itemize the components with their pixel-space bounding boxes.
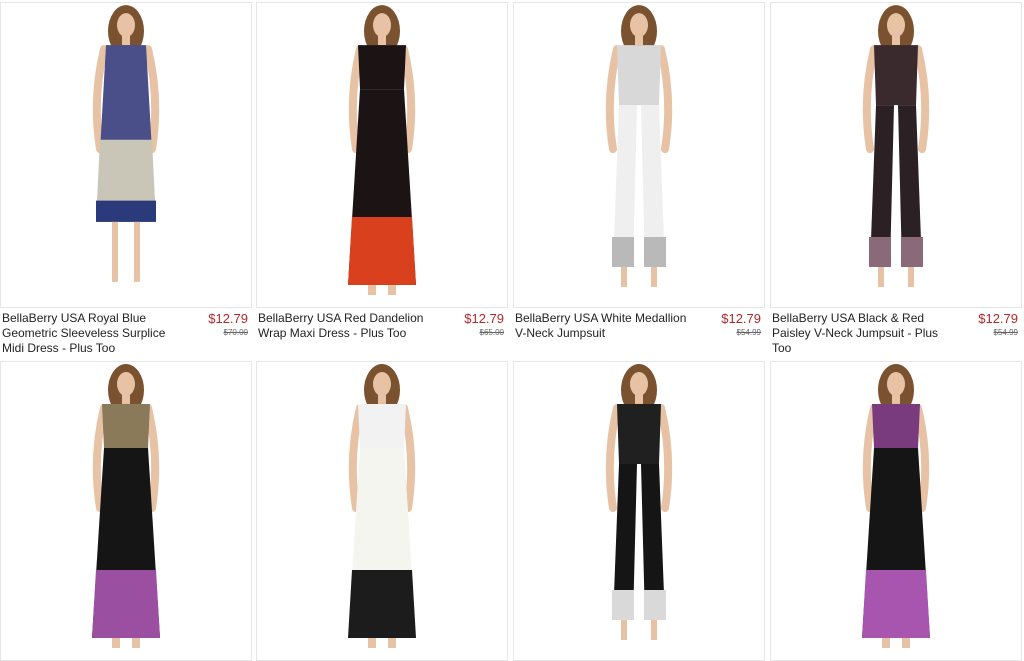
product-image[interactable]	[0, 2, 252, 308]
product-image[interactable]	[513, 2, 765, 308]
product-card[interactable]	[770, 361, 1022, 661]
product-image[interactable]	[513, 361, 765, 661]
model-jumpsuit-icon	[605, 5, 673, 287]
model-off-shoulder-dress-icon	[862, 363, 930, 648]
product-card[interactable]: BellaBerry USA Black & Red Paisley V-Nec…	[770, 2, 1022, 361]
model-off-shoulder-dress-icon	[92, 363, 160, 648]
product-info: BellaBerry USA Black & Red Paisley V-Nec…	[770, 311, 1022, 359]
product-image[interactable]	[770, 2, 1022, 308]
product-card[interactable]	[0, 361, 252, 661]
model-midi-dress-icon	[92, 5, 160, 282]
product-title[interactable]: BellaBerry USA Royal Blue Geometric Slee…	[2, 311, 182, 356]
product-card[interactable]	[256, 361, 508, 661]
product-grid: BellaBerry USA Royal Blue Geometric Slee…	[0, 0, 1024, 661]
product-card[interactable]	[513, 361, 765, 661]
model-off-shoulder-dress-icon	[348, 363, 416, 648]
product-title[interactable]: BellaBerry USA Red Dandelion Wrap Maxi D…	[258, 311, 438, 341]
product-image[interactable]	[0, 361, 252, 661]
product-info: BellaBerry USA Royal Blue Geometric Slee…	[0, 311, 252, 359]
product-original-price: $65.00	[479, 328, 504, 337]
model-off-shoulder-jumpsuit-icon	[605, 363, 673, 640]
product-price: $12.79	[208, 311, 248, 326]
model-jumpsuit-icon	[862, 5, 930, 287]
product-card[interactable]: BellaBerry USA Royal Blue Geometric Slee…	[0, 2, 252, 361]
product-info: BellaBerry USA Red Dandelion Wrap Maxi D…	[256, 311, 508, 359]
product-original-price: $54.99	[993, 328, 1018, 337]
product-card[interactable]: BellaBerry USA Red Dandelion Wrap Maxi D…	[256, 2, 508, 361]
product-original-price: $54.99	[736, 328, 761, 337]
product-image[interactable]	[256, 2, 508, 308]
product-price: $12.79	[464, 311, 504, 326]
product-price: $12.79	[978, 311, 1018, 326]
product-card[interactable]: BellaBerry USA White Medallion V-Neck Ju…	[513, 2, 765, 361]
product-title[interactable]: BellaBerry USA White Medallion V-Neck Ju…	[515, 311, 695, 341]
product-title[interactable]: BellaBerry USA Black & Red Paisley V-Nec…	[772, 311, 952, 356]
product-info: BellaBerry USA White Medallion V-Neck Ju…	[513, 311, 765, 359]
product-image[interactable]	[770, 361, 1022, 661]
product-price: $12.79	[721, 311, 761, 326]
product-original-price: $70.00	[223, 328, 248, 337]
model-maxi-dress-icon	[348, 5, 416, 295]
product-image[interactable]	[256, 361, 508, 661]
